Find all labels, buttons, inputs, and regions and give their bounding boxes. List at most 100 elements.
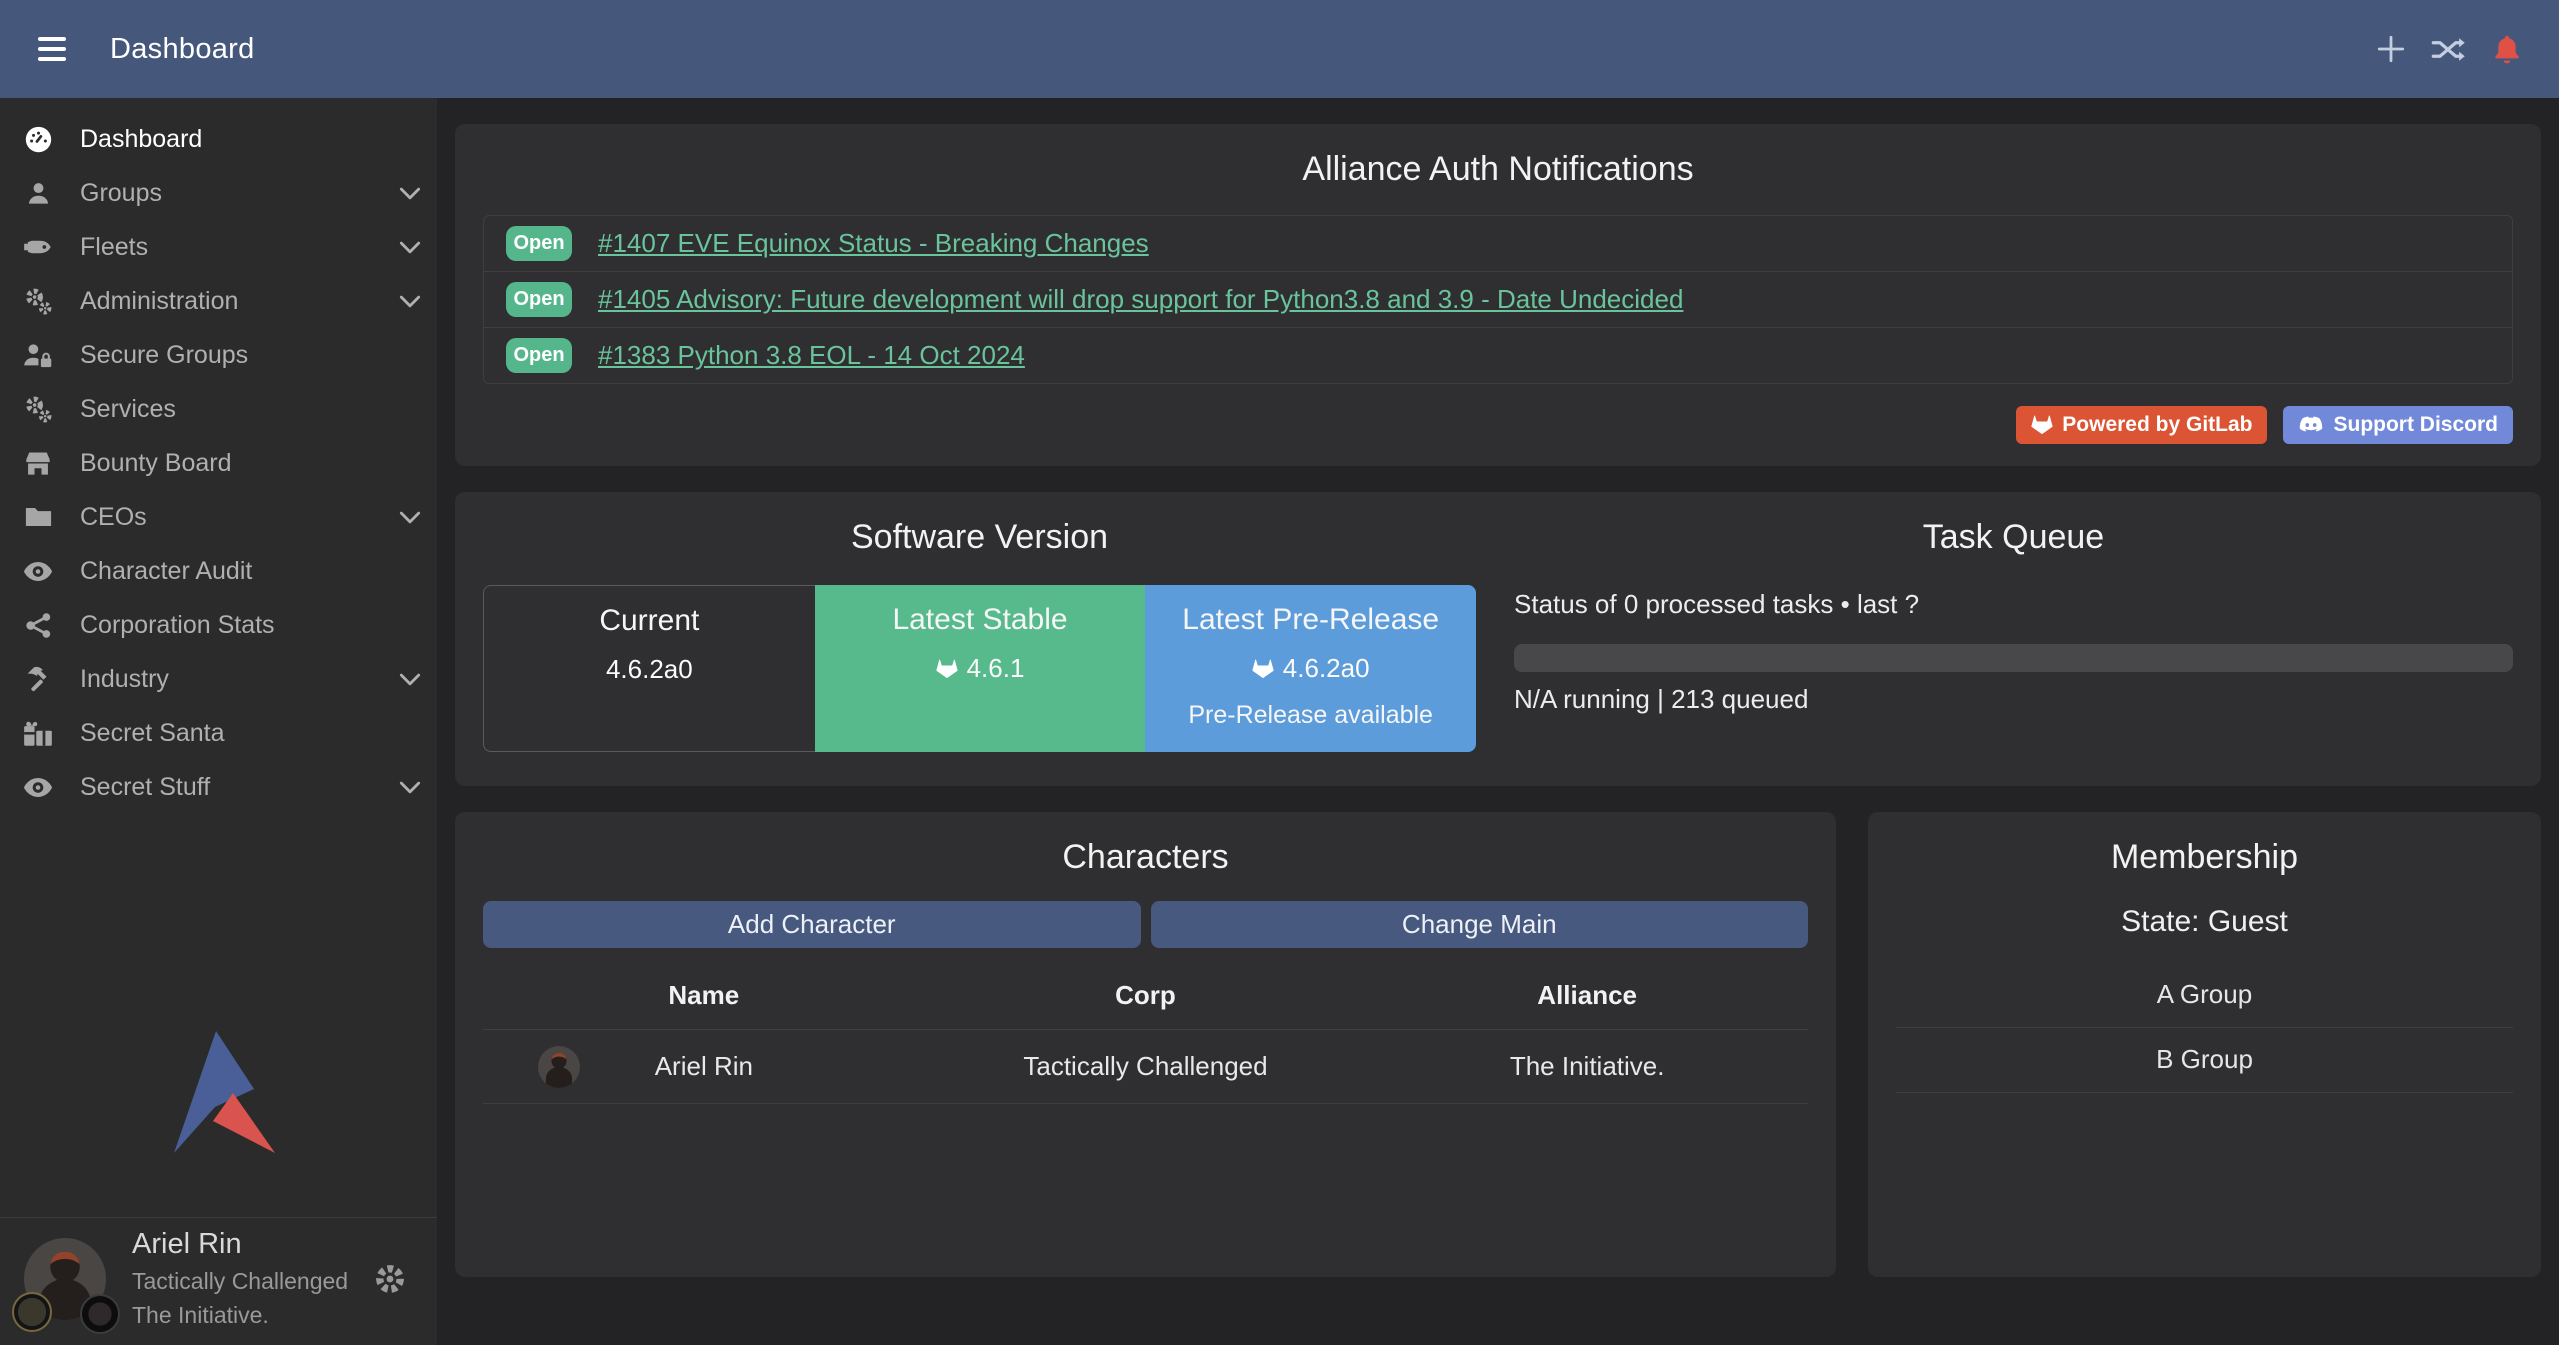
status-badge: Open bbox=[506, 226, 572, 261]
gitlab-icon bbox=[1252, 659, 1274, 679]
sidebar-item-secret-santa[interactable]: Secret Santa bbox=[0, 706, 437, 760]
sidebar-item-label: Character Audit bbox=[80, 557, 252, 586]
character-row: Ariel Rin Tactically Challenged The Init… bbox=[483, 1030, 1808, 1104]
user-corp: Tactically Challenged bbox=[132, 1268, 348, 1295]
sidebar-menu: Dashboard Groups Fleets Administration Secur… bbox=[0, 98, 437, 814]
membership-groups-list: A Group B Group bbox=[1896, 963, 2513, 1093]
status-badge: Open bbox=[506, 338, 572, 373]
support-discord-badge[interactable]: Support Discord bbox=[2283, 406, 2513, 444]
latest-stable-value: 4.6.1 bbox=[967, 653, 1025, 684]
sidebar-item-dashboard[interactable]: Dashboard bbox=[0, 112, 437, 166]
sidebar-item-bounty-board[interactable]: Bounty Board bbox=[0, 436, 437, 490]
sidebar-item-groups[interactable]: Groups bbox=[0, 166, 437, 220]
prerelease-note: Pre-Release available bbox=[1145, 701, 1476, 730]
user-panel: Ariel Rin Tactically Challenged The Init… bbox=[0, 1217, 437, 1345]
latest-stable-box: Latest Stable 4.6.1 bbox=[815, 585, 1146, 752]
membership-title: Membership bbox=[1896, 838, 2513, 877]
plus-icon[interactable] bbox=[2373, 31, 2409, 67]
user-lock-icon bbox=[22, 341, 54, 369]
add-character-button[interactable]: Add Character bbox=[483, 901, 1141, 948]
col-header-name: Name bbox=[483, 966, 925, 1030]
sidebar-item-label: Bounty Board bbox=[80, 449, 232, 478]
eye-icon bbox=[22, 561, 54, 582]
sidebar-item-label: Corporation Stats bbox=[80, 611, 275, 640]
sidebar-item-corporation-stats[interactable]: Corporation Stats bbox=[0, 598, 437, 652]
sidebar-item-label: Fleets bbox=[80, 233, 148, 262]
sidebar-item-secret-stuff[interactable]: Secret Stuff bbox=[0, 760, 437, 814]
character-alliance: The Initiative. bbox=[1366, 1030, 1808, 1104]
chevron-down-icon bbox=[399, 511, 421, 524]
bell-icon[interactable] bbox=[2489, 31, 2525, 67]
notification-link[interactable]: #1405 Advisory: Future development will … bbox=[598, 284, 1683, 315]
chevron-down-icon bbox=[399, 673, 421, 686]
character-portrait bbox=[538, 1046, 580, 1088]
sidebar-item-label: Groups bbox=[80, 179, 162, 208]
alliance-auth-notifications-panel: Alliance Auth Notifications Open #1407 EV… bbox=[455, 124, 2541, 466]
current-version-label: Current bbox=[484, 604, 815, 638]
group-item: B Group bbox=[1896, 1028, 2513, 1093]
chevron-down-icon bbox=[399, 187, 421, 200]
sidebar-item-administration[interactable]: Administration bbox=[0, 274, 437, 328]
latest-stable-label: Latest Stable bbox=[815, 603, 1146, 637]
col-header-alliance: Alliance bbox=[1366, 966, 1808, 1030]
sidebar-item-label: Services bbox=[80, 395, 176, 424]
sidebar-item-character-audit[interactable]: Character Audit bbox=[0, 544, 437, 598]
gauge-icon bbox=[22, 125, 54, 154]
character-name: Ariel Rin bbox=[655, 1051, 753, 1081]
folder-icon bbox=[22, 505, 54, 529]
store-icon bbox=[22, 450, 54, 476]
sidebar-item-label: Industry bbox=[80, 665, 169, 694]
shuttle-icon bbox=[22, 234, 54, 260]
characters-title: Characters bbox=[483, 838, 1808, 877]
shuffle-icon[interactable] bbox=[2431, 31, 2467, 67]
task-queue-progressbar bbox=[1514, 644, 2513, 672]
software-version-title: Software Version bbox=[483, 518, 1476, 557]
group-item: A Group bbox=[1896, 963, 2513, 1028]
characters-panel: Characters Add Character Change Main Nam… bbox=[455, 812, 1836, 1277]
sidebar-item-services[interactable]: Services bbox=[0, 382, 437, 436]
notification-row: Open #1405 Advisory: Future development w… bbox=[484, 272, 2512, 328]
task-queue-info: N/A running | 213 queued bbox=[1514, 684, 2513, 715]
user-avatar[interactable] bbox=[24, 1238, 106, 1320]
gears-icon bbox=[22, 287, 54, 316]
main-content: Alliance Auth Notifications Open #1407 EV… bbox=[437, 98, 2559, 1345]
settings-gear-icon[interactable] bbox=[373, 1262, 407, 1296]
sidebar: Dashboard Groups Fleets Administration Secur… bbox=[0, 98, 437, 1345]
discord-icon bbox=[2298, 416, 2324, 435]
change-main-button[interactable]: Change Main bbox=[1151, 901, 1809, 948]
gears-icon bbox=[22, 395, 54, 424]
sidebar-item-secure-groups[interactable]: Secure Groups bbox=[0, 328, 437, 382]
powered-by-gitlab-badge[interactable]: Powered by GitLab bbox=[2016, 406, 2267, 444]
sidebar-item-fleets[interactable]: Fleets bbox=[0, 220, 437, 274]
notifications-list: Open #1407 EVE Equinox Status - Breaking … bbox=[483, 215, 2513, 384]
sidebar-item-industry[interactable]: Industry bbox=[0, 652, 437, 706]
gitlab-icon bbox=[936, 659, 958, 679]
latest-prerelease-box: Latest Pre-Release 4.6.2a0 Pre-Release a… bbox=[1145, 585, 1476, 752]
task-queue-title: Task Queue bbox=[1514, 518, 2513, 557]
chevron-down-icon bbox=[399, 241, 421, 254]
status-badge: Open bbox=[506, 282, 572, 317]
membership-panel: Membership State: Guest A Group B Group bbox=[1868, 812, 2541, 1277]
chevron-down-icon bbox=[399, 781, 421, 794]
gifts-icon bbox=[22, 719, 54, 747]
hamburger-menu-icon[interactable] bbox=[38, 37, 66, 61]
gitlab-badge-label: Powered by GitLab bbox=[2062, 413, 2252, 437]
software-version-section: Software Version Current 4.6.2a0 Latest … bbox=[483, 518, 1498, 752]
sidebar-item-ceos[interactable]: CEOs bbox=[0, 490, 437, 544]
user-icon bbox=[22, 180, 54, 207]
notifications-title: Alliance Auth Notifications bbox=[483, 150, 2513, 189]
notification-link[interactable]: #1407 EVE Equinox Status - Breaking Chan… bbox=[598, 228, 1149, 259]
gitlab-icon bbox=[2031, 415, 2053, 435]
alliance-logo-badge bbox=[80, 1294, 120, 1334]
notification-link[interactable]: #1383 Python 3.8 EOL - 14 Oct 2024 bbox=[598, 340, 1025, 371]
latest-prerelease-value: 4.6.2a0 bbox=[1283, 653, 1370, 684]
current-version-value: 4.6.2a0 bbox=[606, 654, 693, 685]
latest-prerelease-label: Latest Pre-Release bbox=[1145, 603, 1476, 637]
version-and-taskqueue-panel: Software Version Current 4.6.2a0 Latest … bbox=[455, 492, 2541, 786]
membership-state: State: Guest bbox=[1896, 905, 2513, 939]
sidebar-item-label: Secret Santa bbox=[80, 719, 225, 748]
hammer-icon bbox=[22, 665, 54, 693]
task-queue-section: Task Queue Status of 0 processed tasks •… bbox=[1498, 518, 2513, 752]
sidebar-item-label: Administration bbox=[80, 287, 238, 316]
sidebar-item-label: Dashboard bbox=[80, 125, 202, 154]
